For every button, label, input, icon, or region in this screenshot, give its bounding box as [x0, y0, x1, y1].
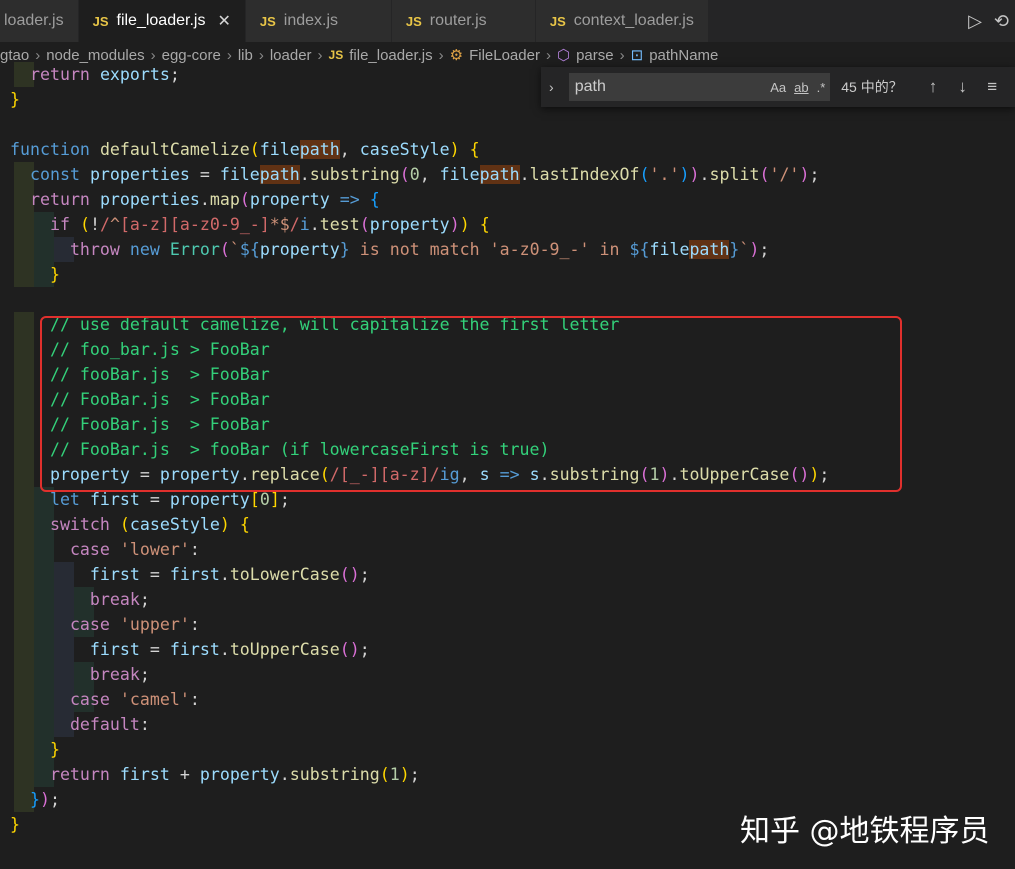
- match-case-icon[interactable]: Aa: [770, 80, 786, 95]
- toggle-replace-chevron-icon[interactable]: ›: [549, 79, 569, 95]
- code-editor[interactable]: return exports; } function defaultCameli…: [0, 62, 1015, 869]
- match-count: 45 中的？: [841, 79, 903, 95]
- code-line: if (!/^[a-z][a-z0-9_-]*$/i.test(property…: [49, 215, 490, 234]
- whole-word-icon[interactable]: ab: [794, 80, 808, 95]
- breadcrumb-item[interactable]: egg-core: [162, 47, 221, 64]
- breadcrumb-item[interactable]: parse: [576, 47, 614, 64]
- editor-tab-bar: loader.js JS file_loader.js ✕ JS index.j…: [0, 0, 1015, 42]
- breadcrumb-item[interactable]: lib: [238, 47, 253, 64]
- chevron-right-icon: ›: [438, 46, 444, 64]
- code-line: return properties.map(property => {: [29, 190, 380, 209]
- code-line: case 'camel':: [69, 690, 200, 709]
- tab-label: loader.js: [4, 12, 64, 29]
- close-icon[interactable]: ✕: [217, 11, 230, 31]
- editor-actions: ▷ ⟲: [968, 0, 1015, 42]
- chevron-right-icon: ›: [35, 46, 41, 64]
- code-line: }: [49, 265, 60, 284]
- code-line: case 'lower':: [69, 540, 200, 559]
- javascript-file-icon: JS: [328, 48, 344, 62]
- breadcrumb-item[interactable]: gtao: [0, 47, 29, 64]
- run-icon[interactable]: ▷: [968, 11, 982, 32]
- code-line: });: [29, 790, 60, 809]
- javascript-file-icon: JS: [259, 13, 276, 29]
- code-line: break;: [89, 665, 150, 684]
- breadcrumb-item[interactable]: loader: [270, 47, 312, 64]
- watermark: 知乎 @地铁程序员: [740, 814, 990, 849]
- chevron-right-icon: ›: [258, 46, 264, 64]
- history-icon[interactable]: ⟲: [994, 11, 1009, 32]
- code-line: }: [10, 815, 20, 834]
- tab-context-loader[interactable]: JS context_loader.js: [535, 0, 709, 42]
- tab-router[interactable]: JS router.js: [391, 0, 536, 42]
- chevron-right-icon: ›: [150, 46, 156, 64]
- tab-label: index.js: [283, 12, 339, 29]
- code-line: break;: [89, 590, 150, 609]
- breadcrumb-item[interactable]: file_loader.js: [349, 47, 432, 64]
- chevron-right-icon: ›: [619, 46, 625, 64]
- code-line: throw new Error(`${property} is not matc…: [69, 240, 770, 259]
- regex-icon[interactable]: .*: [817, 80, 826, 95]
- code-line: first = first.toUpperCase();: [89, 640, 370, 659]
- chevron-right-icon: ›: [317, 46, 323, 64]
- javascript-file-icon: JS: [92, 13, 109, 29]
- code-line: return first + property.substring(1);: [49, 765, 420, 784]
- find-widget: › Aa ab .* 45 中的？ ↑ ↓ ≡: [541, 67, 1015, 107]
- breadcrumb-item[interactable]: FileLoader: [469, 47, 540, 64]
- highlight-annotation-box: [40, 316, 902, 492]
- find-options: Aa ab .*: [746, 80, 825, 95]
- tab-index[interactable]: JS index.js: [245, 0, 392, 42]
- find-in-selection-icon[interactable]: ≡: [977, 77, 1007, 97]
- code-line: }: [0, 90, 20, 109]
- code-line: case 'upper':: [69, 615, 200, 634]
- code-line: }: [49, 740, 60, 759]
- code-line: function defaultCamelize(filepath, caseS…: [10, 140, 480, 159]
- code-line: switch (caseStyle) {: [49, 515, 250, 534]
- javascript-file-icon: JS: [549, 13, 566, 29]
- tab-label: file_loader.js: [116, 12, 206, 29]
- code-line: first = first.toLowerCase();: [89, 565, 370, 584]
- chevron-right-icon: ›: [226, 46, 232, 64]
- tab-file-loader[interactable]: JS file_loader.js ✕: [78, 0, 246, 42]
- tab-loader[interactable]: loader.js: [0, 0, 79, 42]
- previous-match-arrow-up-icon[interactable]: ↑: [918, 77, 948, 97]
- tab-label: context_loader.js: [573, 12, 694, 29]
- chevron-right-icon: ›: [545, 46, 551, 64]
- tab-label: router.js: [429, 12, 487, 29]
- breadcrumb-item[interactable]: node_modules: [46, 47, 144, 64]
- code-line: default:: [69, 715, 150, 734]
- breadcrumb-item[interactable]: pathName: [649, 47, 718, 64]
- code-line: return exports;: [29, 65, 180, 84]
- code-line: const properties = filepath.substring(0,…: [29, 165, 820, 184]
- javascript-file-icon: JS: [405, 13, 422, 29]
- code-token: return: [29, 65, 90, 84]
- next-match-arrow-down-icon[interactable]: ↓: [948, 77, 978, 97]
